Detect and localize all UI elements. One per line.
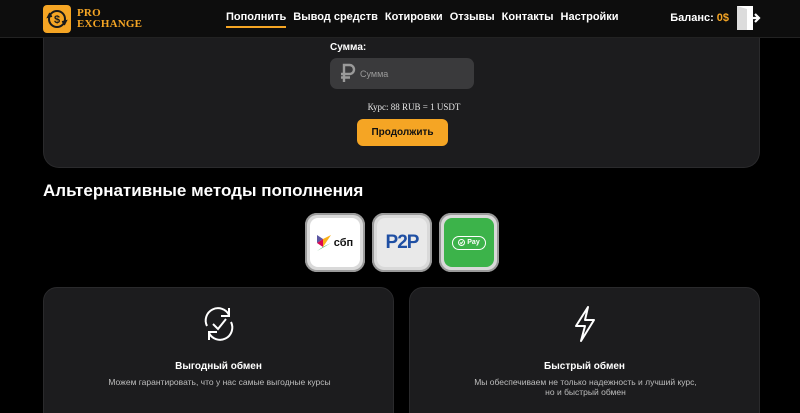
feature-card-profitable: Выгодный обмен Можем гарантировать, что … — [43, 287, 394, 413]
sum-field[interactable] — [330, 58, 474, 89]
feature-title: Выгодный обмен — [175, 361, 262, 372]
sum-label: Сумма: — [330, 42, 367, 53]
logo-text: PRO EXCHANGE — [77, 7, 143, 30]
nav-deposit[interactable]: Пополнить — [226, 11, 287, 28]
alternative-methods: сбп P2P Pay — [305, 213, 499, 272]
logout-icon[interactable] — [735, 5, 761, 31]
exchange-rate: Курс: 88 RUB = 1 USDT — [367, 102, 461, 112]
feature-description: Можем гарантировать, что у нас самые выг… — [108, 377, 331, 387]
method-pay[interactable]: Pay — [439, 213, 499, 272]
lightning-icon — [575, 306, 595, 342]
nav-settings[interactable]: Настройки — [561, 11, 619, 28]
nav-withdraw[interactable]: Вывод средств — [293, 11, 378, 28]
deposit-card: Сумма: Курс: 88 RUB = 1 USDT Продолжить — [43, 38, 760, 168]
pay-badge: Pay — [452, 235, 486, 250]
logo-exchange-icon: $ — [43, 5, 71, 33]
feature-title: Быстрый обмен — [544, 361, 625, 372]
feature-description: Мы обеспечиваем не только надежность и л… — [474, 377, 697, 397]
top-header: $ PRO EXCHANGE Пополнить Вывод средств К… — [0, 0, 800, 38]
sbp-label: сбп — [333, 236, 354, 249]
nav-reviews[interactable]: Отзывы — [450, 11, 495, 28]
pay-check-icon — [458, 239, 466, 246]
balance-value: 0$ — [716, 12, 729, 24]
p2p-label: P2P — [385, 231, 420, 253]
continue-button[interactable]: Продолжить — [357, 119, 448, 146]
balance: Баланс: 0$ — [670, 12, 729, 24]
main-nav: Пополнить Вывод средств Котировки Отзывы… — [226, 11, 619, 28]
ruble-icon — [341, 63, 356, 82]
feature-card-fast: Быстрый обмен Мы обеспечиваем не только … — [409, 287, 760, 413]
alternative-methods-title: Альтернативные методы пополнения — [43, 181, 364, 200]
logo[interactable]: $ PRO EXCHANGE — [43, 5, 142, 33]
nav-contacts[interactable]: Контакты — [502, 11, 554, 28]
nav-quotes[interactable]: Котировки — [385, 11, 443, 28]
svg-text:$: $ — [54, 14, 60, 26]
sbp-icon — [316, 234, 331, 251]
balance-label: Баланс: — [670, 12, 714, 24]
sum-input[interactable] — [360, 66, 460, 82]
method-p2p[interactable]: P2P — [372, 213, 432, 272]
exchange-cycle-icon — [204, 307, 234, 341]
method-sbp[interactable]: сбп — [305, 213, 365, 272]
